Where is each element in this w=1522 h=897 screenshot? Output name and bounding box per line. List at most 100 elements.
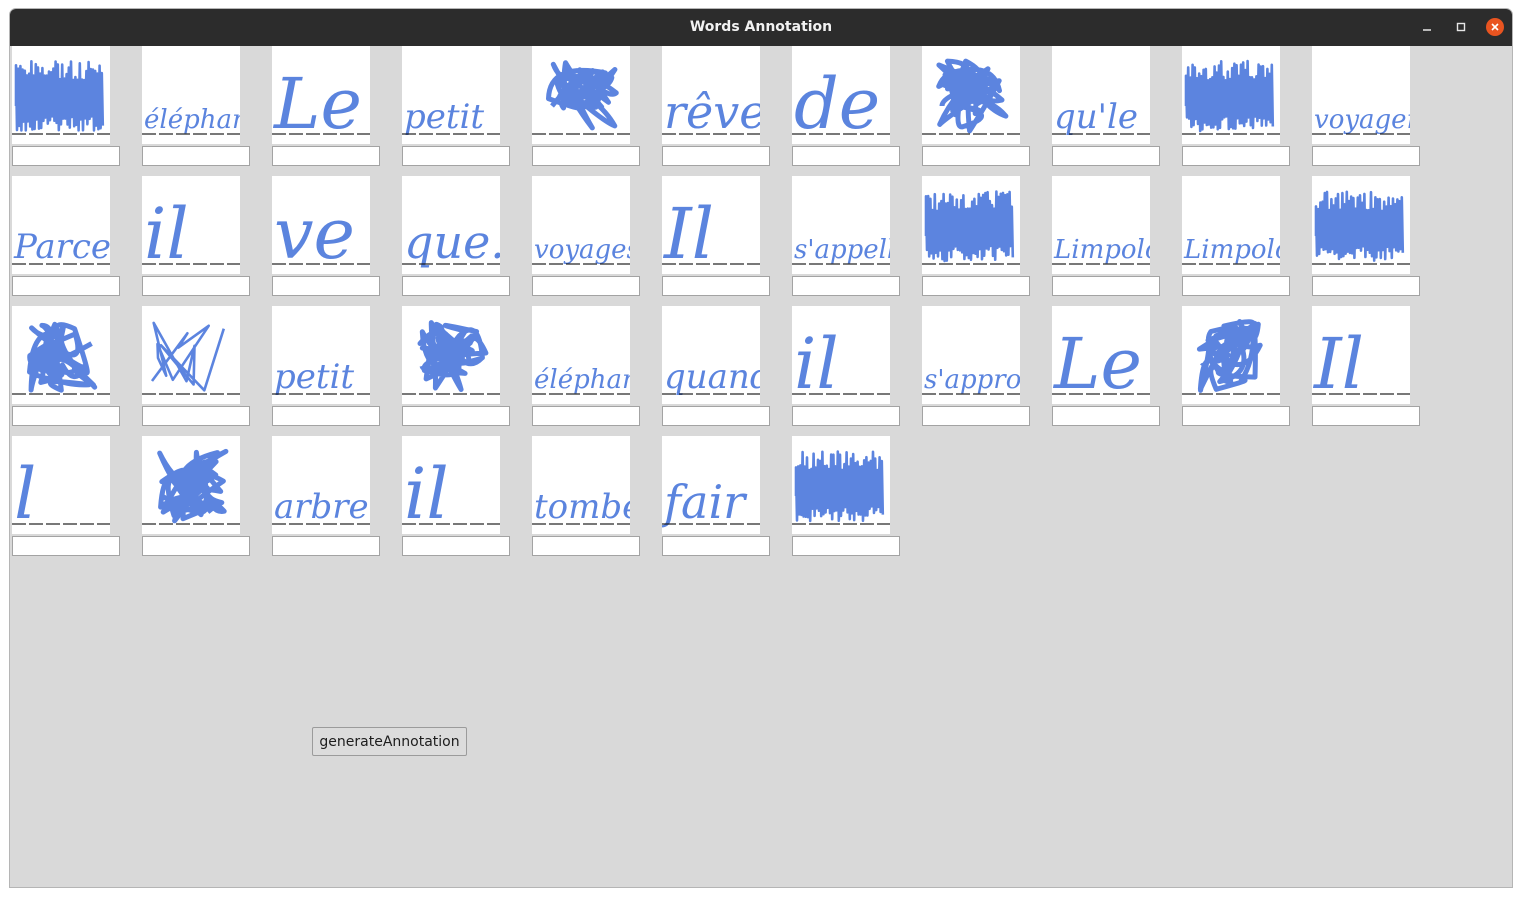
handwritten-word: Le xyxy=(1052,323,1142,404)
maximize-icon[interactable] xyxy=(1451,17,1471,37)
annotation-input[interactable] xyxy=(1312,276,1420,296)
annotation-input[interactable] xyxy=(402,406,510,426)
word-cell xyxy=(10,46,120,166)
handwriting-drawing: il xyxy=(142,193,240,274)
annotation-input[interactable] xyxy=(1052,146,1160,166)
handwriting-drawing: Il xyxy=(1312,323,1410,404)
annotation-input[interactable] xyxy=(1052,276,1160,296)
ink-scribble xyxy=(27,321,98,393)
annotation-input[interactable] xyxy=(792,276,900,296)
app-window: Words Annotation generateAnnotation élép… xyxy=(9,8,1513,888)
annotation-input[interactable] xyxy=(1052,406,1160,426)
handwriting-image: Il xyxy=(1312,306,1410,404)
handwriting-drawing: voyages xyxy=(532,235,630,265)
annotation-input[interactable] xyxy=(272,406,380,426)
annotation-input[interactable] xyxy=(402,146,510,166)
annotation-input[interactable] xyxy=(532,276,640,296)
annotation-input[interactable] xyxy=(272,536,380,556)
handwritten-word: qu'le xyxy=(1054,97,1138,137)
word-cell: rêve xyxy=(660,46,770,166)
handwritten-word: s'approche xyxy=(924,365,1020,395)
annotation-input[interactable] xyxy=(532,536,640,556)
annotation-input[interactable] xyxy=(12,536,120,556)
annotation-input[interactable] xyxy=(662,146,770,166)
annotation-input[interactable] xyxy=(142,536,250,556)
annotation-input[interactable] xyxy=(272,146,380,166)
handwriting-drawing xyxy=(1182,319,1280,395)
ink-scribble xyxy=(1314,190,1405,262)
handwritten-word: tombe. xyxy=(534,487,630,527)
annotation-input[interactable] xyxy=(1312,406,1420,426)
annotation-input[interactable] xyxy=(792,536,900,556)
ink-scribble xyxy=(1184,59,1275,133)
annotation-input[interactable] xyxy=(662,276,770,296)
annotation-input[interactable] xyxy=(1182,406,1290,426)
handwriting-drawing: voyager. xyxy=(1312,105,1410,135)
handwriting-drawing: rêve xyxy=(662,85,760,139)
annotation-input[interactable] xyxy=(1182,276,1290,296)
handwriting-image: l xyxy=(12,436,110,534)
handwriting-image: il xyxy=(142,176,240,274)
annotation-input[interactable] xyxy=(402,276,510,296)
annotation-input[interactable] xyxy=(142,276,250,296)
annotation-input[interactable] xyxy=(662,406,770,426)
annotation-input[interactable] xyxy=(922,406,1030,426)
handwriting-drawing xyxy=(12,60,110,135)
annotation-input[interactable] xyxy=(662,536,770,556)
handwriting-drawing: il xyxy=(792,323,890,404)
handwriting-drawing xyxy=(142,448,240,525)
minimize-icon[interactable] xyxy=(1417,17,1437,37)
handwriting-image xyxy=(1182,46,1280,144)
annotation-input[interactable] xyxy=(12,146,120,166)
title-bar[interactable]: Words Annotation xyxy=(10,9,1512,46)
handwritten-word: il xyxy=(404,453,449,534)
annotation-input[interactable] xyxy=(532,406,640,426)
annotation-input[interactable] xyxy=(272,276,380,296)
handwriting-image: Parce xyxy=(12,176,110,274)
word-cell: qu'le xyxy=(1050,46,1160,166)
handwriting-drawing: éléphant xyxy=(142,105,240,135)
handwritten-word: Il xyxy=(662,193,714,274)
handwriting-drawing: ve xyxy=(272,193,370,274)
ink-scribble xyxy=(936,58,1009,134)
annotation-area: generateAnnotation éléphant Le petit rêvede… xyxy=(10,46,1512,887)
word-cell: de xyxy=(790,46,900,166)
close-icon[interactable] xyxy=(1485,17,1505,37)
annotation-input[interactable] xyxy=(142,406,250,426)
handwriting-drawing xyxy=(792,450,890,525)
handwriting-image: arbre xyxy=(272,436,370,534)
word-cell: quand xyxy=(660,306,770,426)
annotation-input[interactable] xyxy=(922,276,1030,296)
handwriting-drawing xyxy=(922,58,1020,135)
handwritten-word: rêve xyxy=(664,85,760,139)
handwriting-image: voyager. xyxy=(1312,46,1410,144)
handwriting-drawing: de xyxy=(792,63,890,144)
handwriting-image xyxy=(922,176,1020,274)
word-cell: éléphant xyxy=(140,46,250,166)
handwriting-image: petit xyxy=(272,306,370,404)
window-title: Words Annotation xyxy=(689,19,833,35)
annotation-input[interactable] xyxy=(792,146,900,166)
annotation-input[interactable] xyxy=(402,536,510,556)
annotation-input[interactable] xyxy=(12,406,120,426)
handwriting-image: s'appelle xyxy=(792,176,890,274)
annotation-input[interactable] xyxy=(532,146,640,166)
handwritten-word: Limpolo xyxy=(1183,235,1280,265)
handwriting-image: de xyxy=(792,46,890,144)
annotation-input[interactable] xyxy=(142,146,250,166)
handwriting-drawing: Il xyxy=(662,193,760,274)
handwriting-image: il xyxy=(792,306,890,404)
ink-scribble xyxy=(546,60,619,131)
annotation-input[interactable] xyxy=(1182,146,1290,166)
ink-scribble xyxy=(157,448,229,524)
handwriting-image xyxy=(1312,176,1410,274)
word-cell xyxy=(140,436,250,556)
generate-annotation-button[interactable]: generateAnnotation xyxy=(312,727,467,756)
handwriting-image xyxy=(402,306,500,404)
annotation-input[interactable] xyxy=(1312,146,1420,166)
handwritten-word: petit xyxy=(274,357,354,397)
annotation-input[interactable] xyxy=(792,406,900,426)
handwriting-image: ve xyxy=(272,176,370,274)
annotation-input[interactable] xyxy=(922,146,1030,166)
annotation-input[interactable] xyxy=(12,276,120,296)
